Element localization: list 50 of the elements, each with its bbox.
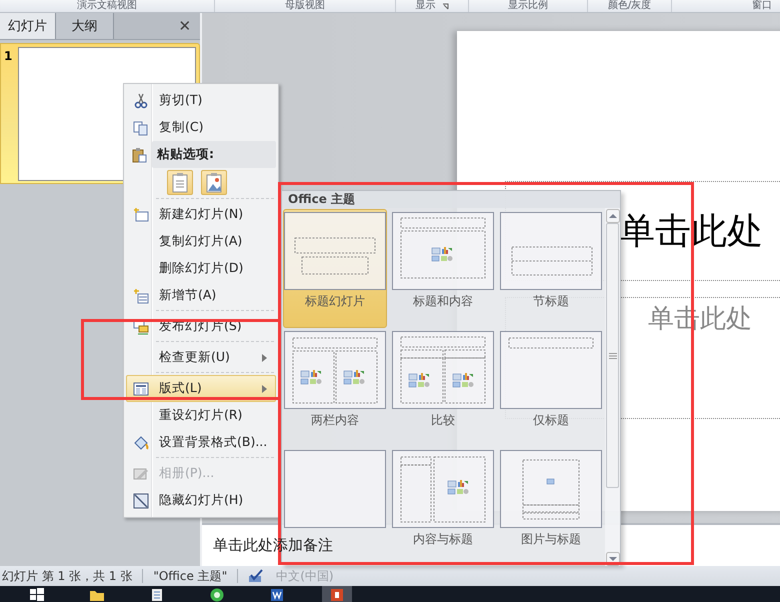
menu-item[interactable]: 设置背景格式(B)... bbox=[126, 429, 276, 456]
menu-item[interactable]: 检查更新(U) bbox=[126, 344, 276, 371]
notepad-icon bbox=[149, 587, 165, 602]
layout-icon bbox=[133, 380, 149, 396]
language-text: 中文(中国) bbox=[276, 568, 334, 584]
paste-text-icon bbox=[170, 172, 190, 193]
taskbar-app-button[interactable] bbox=[322, 586, 352, 602]
ribbon-group-label: 母版视图 bbox=[285, 0, 325, 12]
menu-item[interactable]: 重设幻灯片(R) bbox=[126, 402, 276, 429]
menu-item[interactable]: 新建幻灯片(N) bbox=[126, 201, 276, 228]
grip-icon bbox=[608, 352, 616, 358]
pane-tab[interactable]: 大纲 bbox=[56, 13, 114, 39]
photo-album-icon bbox=[133, 466, 149, 482]
paste-option-button[interactable] bbox=[201, 170, 227, 195]
menu-item[interactable]: 隐藏幻灯片(H) bbox=[126, 487, 276, 514]
layout-option[interactable]: 标题幻灯片 bbox=[283, 209, 387, 328]
pane-tab[interactable]: 幻灯片 bbox=[0, 13, 56, 39]
globe-icon bbox=[209, 587, 225, 602]
slide-number: 1 bbox=[4, 48, 12, 63]
ribbon-group-label: 显示 bbox=[416, 0, 436, 12]
menu-item[interactable]: 新增节(A) bbox=[126, 282, 276, 309]
paste-option-button[interactable] bbox=[167, 170, 193, 195]
paint-bucket-icon bbox=[133, 434, 149, 450]
close-button[interactable]: ✕ bbox=[170, 13, 200, 39]
scissors-icon bbox=[133, 92, 149, 108]
layout-option[interactable]: 比较 bbox=[391, 328, 495, 447]
menu-item[interactable]: 复制幻灯片(A) bbox=[126, 228, 276, 255]
ribbon-group-label: 显示比例 bbox=[508, 0, 548, 12]
layout-option[interactable]: 内容与标题 bbox=[391, 447, 495, 566]
copy-icon bbox=[133, 120, 149, 136]
dialog-launcher-icon[interactable] bbox=[442, 2, 448, 10]
clipboard-icon bbox=[131, 146, 147, 162]
layout-option[interactable]: 两栏内容 bbox=[283, 328, 387, 447]
gallery-heading: Office 主题 bbox=[282, 191, 620, 208]
layout-option[interactable]: 标题和内容 bbox=[391, 209, 495, 328]
menu-item[interactable]: 删除幻灯片(D) bbox=[126, 255, 276, 282]
theme-name-text: "Office 主题" bbox=[153, 568, 228, 584]
section-icon bbox=[133, 288, 149, 304]
new-slide-icon bbox=[133, 206, 149, 222]
paste-picture-icon bbox=[204, 172, 224, 193]
scrollbar-thumb[interactable] bbox=[606, 223, 619, 488]
layout-option[interactable]: 节标题 bbox=[499, 209, 603, 328]
app-icon bbox=[269, 587, 285, 602]
slide-title-text: 单击此处 bbox=[619, 210, 763, 254]
slide-count-text: 幻灯片 第 1 张，共 1 张 bbox=[2, 568, 132, 584]
app-icon bbox=[329, 587, 345, 602]
layout-option[interactable]: 图片与标题 bbox=[499, 447, 603, 566]
hide-slide-icon bbox=[133, 492, 149, 508]
windows-logo-icon bbox=[29, 587, 45, 602]
layout-option[interactable]: 仅标题 bbox=[499, 328, 603, 447]
